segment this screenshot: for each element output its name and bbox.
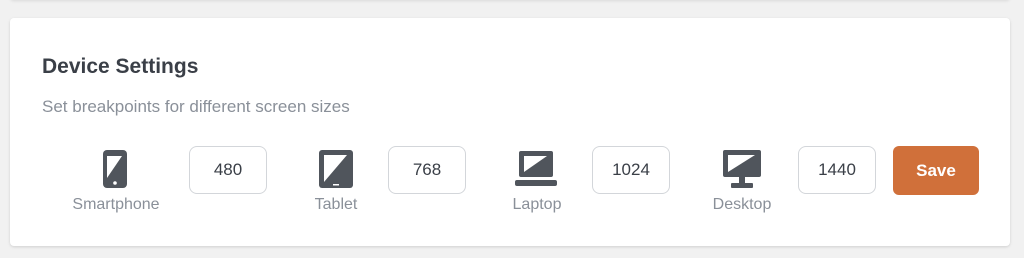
desktop-icon — [723, 150, 761, 188]
device-label-tablet: Tablet — [314, 196, 358, 213]
section-subtitle: Set breakpoints for different screen siz… — [42, 97, 350, 116]
section-title: Device Settings — [42, 55, 199, 78]
save-button[interactable]: Save — [893, 146, 979, 195]
device-label-desktop: Desktop — [712, 196, 772, 213]
breakpoint-input-desktop[interactable] — [798, 146, 876, 194]
device-settings-card: Device Settings Set breakpoints for diff… — [10, 18, 1010, 246]
device-label-laptop: Laptop — [512, 196, 562, 213]
laptop-icon — [515, 151, 557, 186]
tablet-icon — [319, 150, 353, 188]
device-label-smartphone: Smartphone — [72, 196, 160, 213]
breakpoint-input-smartphone[interactable] — [189, 146, 267, 194]
smartphone-icon — [103, 150, 127, 188]
breakpoint-input-tablet[interactable] — [388, 146, 466, 194]
breakpoint-input-laptop[interactable] — [592, 146, 670, 194]
